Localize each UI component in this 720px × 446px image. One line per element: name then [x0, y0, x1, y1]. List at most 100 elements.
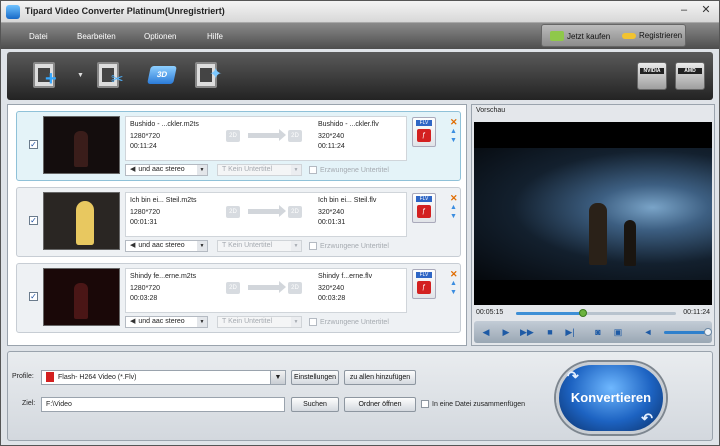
minimize-icon[interactable]: –	[677, 4, 691, 18]
nvidia-badge: NVIDIA	[637, 62, 667, 90]
window-title: Tipard Video Converter Platinum(Unregist…	[25, 6, 225, 16]
play-icon[interactable]: ▶	[500, 326, 512, 338]
remove-icon[interactable]: ✕	[450, 118, 460, 127]
chevron-down-icon[interactable]: ▼	[270, 370, 286, 385]
close-icon[interactable]: ✕	[699, 4, 713, 18]
format-label: FLV	[416, 272, 432, 278]
merge-checkbox[interactable]: In eine Datei zusammenfügen	[421, 400, 525, 408]
output-format-button[interactable]: FLV ƒ	[412, 269, 436, 299]
current-time: 00:05:15	[476, 309, 504, 316]
target-folder-input[interactable]: F:\Video	[41, 397, 285, 412]
open-folder-button[interactable]: Ordner öffnen	[344, 397, 416, 412]
search-button[interactable]: Suchen	[291, 397, 339, 412]
source-resolution: 1280*720	[130, 285, 160, 292]
item-checkbox[interactable]: ✓	[29, 292, 38, 301]
seek-handle[interactable]	[579, 309, 588, 317]
merge-label: In eine Datei zusammenfügen	[432, 400, 525, 408]
video-preview[interactable]	[474, 122, 712, 305]
file-info: Shindy fe...erne.m2ts 1280*720 00:03:28 …	[125, 268, 407, 313]
move-down-icon[interactable]: ▼	[450, 288, 460, 297]
output-name[interactable]: Shindy f...erne.flv	[318, 273, 372, 280]
fast-forward-icon[interactable]: ▶▶	[520, 326, 534, 338]
preview-label: Vorschau	[476, 107, 506, 114]
add-video-button[interactable]: +	[33, 60, 63, 90]
output-name[interactable]: Ich bin ei... Steil.flv	[318, 197, 376, 204]
move-down-icon[interactable]: ▼	[450, 136, 460, 145]
register-button[interactable]: Registrieren	[622, 31, 682, 40]
speaker-icon: ◀	[130, 242, 136, 249]
item-checkbox[interactable]: ✓	[29, 216, 38, 225]
chevron-down-icon: ▼	[291, 165, 301, 175]
move-up-icon[interactable]: ▲	[450, 203, 460, 212]
profile-select[interactable]: Flash- H264 Video (*.Flv)	[41, 370, 285, 385]
forced-subtitle-checkbox[interactable]: Erzwungene Untertitel	[309, 242, 389, 250]
subtitle-select[interactable]: T Kein Untertitel ▼	[217, 316, 302, 328]
move-down-icon[interactable]: ▼	[450, 212, 460, 221]
amd-label: AMD	[678, 68, 702, 74]
output-duration: 00:03:28	[318, 295, 346, 302]
volume-icon[interactable]: ◄	[642, 326, 654, 338]
buy-label: Jetzt kaufen	[567, 31, 611, 41]
snapshot-icon[interactable]: ◙	[592, 326, 604, 338]
audio-track-select[interactable]: ◀ und aac stereo ▼	[125, 164, 208, 176]
item-checkbox[interactable]: ✓	[29, 140, 38, 149]
flash-icon: ƒ	[417, 129, 431, 142]
previous-frame-icon[interactable]: ◀	[480, 326, 492, 338]
purchase-area: Jetzt kaufen Registrieren	[541, 24, 686, 47]
conversion-arrow-icon: 2D 2D	[226, 128, 304, 146]
list-item[interactable]: ✓ Bushido - ...ckler.m2ts 1280*720 00:11…	[16, 111, 461, 181]
source-name: Ich bin ei... Steil.m2ts	[130, 197, 197, 204]
remove-icon[interactable]: ✕	[450, 194, 460, 203]
list-item[interactable]: ✓ Ich bin ei... Steil.m2ts 1280*720 00:0…	[16, 187, 461, 257]
subtitle-select[interactable]: T Kein Untertitel ▼	[217, 240, 302, 252]
remove-icon[interactable]: ✕	[450, 270, 460, 279]
audio-track-select[interactable]: ◀ und aac stereo ▼	[125, 316, 208, 328]
convert-button[interactable]: ↷ Konvertieren ↶	[556, 362, 666, 434]
forced-subtitle-checkbox[interactable]: Erzwungene Untertitel	[309, 166, 389, 174]
chevron-down-icon: ▼	[197, 317, 207, 327]
person-figure	[589, 203, 607, 265]
menu-datei[interactable]: Datei	[29, 32, 48, 41]
file-info: Ich bin ei... Steil.m2ts 1280*720 00:01:…	[125, 192, 407, 237]
subtitle-select[interactable]: T Kein Untertitel ▼	[217, 164, 302, 176]
forced-subtitle-label: Erzwungene Untertitel	[320, 166, 389, 174]
next-frame-icon[interactable]: ▶|	[564, 326, 576, 338]
settings-button[interactable]: Einstellungen	[291, 370, 339, 385]
apply-all-button[interactable]: zu allen hinzufügen	[344, 370, 416, 385]
buy-button[interactable]: Jetzt kaufen	[550, 31, 610, 41]
menu-hilfe[interactable]: Hilfe	[207, 32, 223, 41]
refresh-icon: ↶	[641, 410, 653, 426]
output-format-button[interactable]: FLV ƒ	[412, 193, 436, 223]
3d-icon: 3D	[147, 66, 177, 84]
source-duration: 00:03:28	[130, 295, 158, 302]
seek-bar[interactable]	[516, 309, 676, 317]
refresh-icon: ↷	[567, 368, 579, 384]
3d-button[interactable]: 3D	[147, 60, 177, 90]
clip-button[interactable]: ✂	[97, 60, 127, 90]
output-settings: Profile: Flash- H264 Video (*.Flv) ▼ Ein…	[7, 351, 713, 441]
stop-icon[interactable]: ■	[544, 326, 556, 338]
amd-badge: AMD	[675, 62, 705, 90]
chevron-down-icon: ▼	[197, 165, 207, 175]
profile-value: Flash- H264 Video (*.Flv)	[58, 374, 137, 381]
cart-icon	[550, 31, 564, 41]
player-controls: ◀ ▶ ▶▶ ■ ▶| ◙ ▣ ◄	[474, 321, 712, 343]
volume-slider[interactable]	[664, 328, 712, 336]
add-dropdown-icon[interactable]: ▼	[77, 72, 84, 79]
forced-subtitle-checkbox[interactable]: Erzwungene Untertitel	[309, 318, 389, 326]
menu-bearbeiten[interactable]: Bearbeiten	[77, 32, 116, 41]
move-up-icon[interactable]: ▲	[450, 279, 460, 288]
folder-icon[interactable]: ▣	[612, 326, 624, 338]
effect-button[interactable]: ✦	[195, 60, 225, 90]
video-thumbnail	[43, 116, 120, 174]
video-thumbnail	[43, 192, 120, 250]
chevron-down-icon: ▼	[197, 241, 207, 251]
list-item[interactable]: ✓ Shindy fe...erne.m2ts 1280*720 00:03:2…	[16, 263, 461, 333]
output-name[interactable]: Bushido - ...ckler.flv	[318, 121, 379, 128]
menu-optionen[interactable]: Optionen	[144, 32, 176, 41]
output-format-button[interactable]: FLV ƒ	[412, 117, 436, 147]
audio-track-select[interactable]: ◀ und aac stereo ▼	[125, 240, 208, 252]
volume-handle[interactable]	[704, 328, 712, 336]
move-up-icon[interactable]: ▲	[450, 127, 460, 136]
nvidia-label: NVIDIA	[640, 68, 664, 74]
